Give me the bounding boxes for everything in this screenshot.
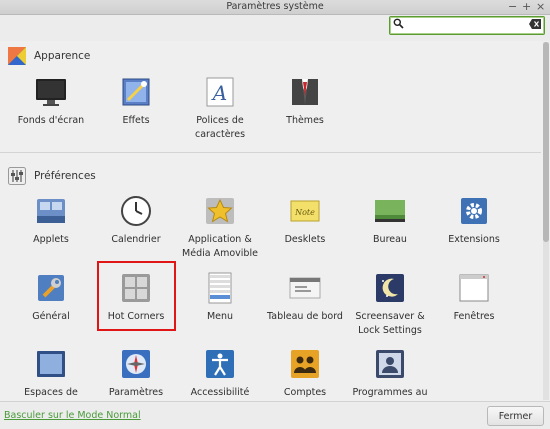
section-divider <box>0 152 541 153</box>
item-label: Général <box>32 311 70 322</box>
svg-text:A: A <box>211 81 227 105</box>
item-label: Bureau <box>373 234 407 245</box>
item-settings[interactable]: Paramètres <box>97 348 175 400</box>
item-label: Effets <box>122 115 150 126</box>
item-themes[interactable]: Thèmes <box>266 76 344 128</box>
appearance-color-icon <box>8 47 26 65</box>
accounts-icon <box>289 348 321 380</box>
search-icon <box>393 18 404 32</box>
extensions-gear-icon <box>458 195 490 227</box>
title-bar: Paramètres système − + × <box>0 0 550 15</box>
item-wallpaper[interactable]: Fonds d'écran <box>12 76 90 128</box>
item-label: Menu <box>206 311 234 322</box>
maximize-button[interactable]: + <box>522 0 531 13</box>
item-desklets[interactable]: Note Desklets <box>266 195 344 247</box>
item-label: Tableau de bord <box>267 311 343 322</box>
system-settings-window: Paramètres système − + × Apparence Fonds… <box>0 0 550 429</box>
item-label: Application & Média Amovible <box>182 234 258 259</box>
search-field[interactable] <box>389 16 545 35</box>
minimize-button[interactable]: − <box>508 0 517 13</box>
svg-text:Note: Note <box>294 208 315 217</box>
item-windows[interactable]: Fenêtres <box>435 272 513 324</box>
media-star-icon <box>204 195 236 227</box>
item-label: Programmes au <box>352 387 428 398</box>
section-appearance-title: Apparence <box>34 50 91 62</box>
window-title: Paramètres système <box>226 1 324 12</box>
vertical-scrollbar[interactable] <box>543 42 549 400</box>
close-window-button[interactable]: × <box>536 0 545 13</box>
item-desktop[interactable]: Bureau <box>351 195 429 247</box>
item-label: Extensions <box>448 234 500 245</box>
clear-icon[interactable] <box>529 19 541 32</box>
search-input[interactable] <box>406 18 524 31</box>
effects-icon <box>120 76 152 108</box>
applets-icon <box>35 195 67 227</box>
item-label: Desklets <box>284 234 326 245</box>
item-fonts[interactable]: A Polices de caractères <box>181 76 259 142</box>
theme-suit-icon <box>289 76 321 108</box>
item-panel[interactable]: Tableau de bord <box>266 272 344 324</box>
window-icon <box>458 272 490 304</box>
startup-programs-icon <box>374 348 406 380</box>
item-label: Espaces de <box>24 387 78 398</box>
switch-mode-link[interactable]: Basculer sur le Mode Normal <box>4 410 141 421</box>
clock-icon <box>120 195 152 227</box>
close-button[interactable]: Fermer <box>487 406 544 426</box>
item-effects[interactable]: Effets <box>97 76 175 128</box>
item-label: Fonds d'écran <box>17 115 85 126</box>
highlight-box <box>97 261 176 331</box>
desktop-icon <box>374 195 406 227</box>
screensaver-moon-icon <box>374 272 406 304</box>
item-label: Accessibilité <box>190 387 250 398</box>
item-label: Applets <box>33 234 69 245</box>
settings-compass-icon <box>120 348 152 380</box>
item-screensaver[interactable]: Screensaver & Lock Settings <box>351 272 429 338</box>
item-label: Fenêtres <box>453 311 495 322</box>
item-general[interactable]: Général <box>12 272 90 324</box>
wrench-icon <box>35 272 67 304</box>
panel-icon <box>289 272 321 304</box>
preferences-icon <box>8 167 26 185</box>
workspaces-icon <box>35 348 67 380</box>
item-workspaces[interactable]: Espaces de <box>12 348 90 400</box>
monitor-icon <box>35 76 67 108</box>
item-menu[interactable]: Menu <box>181 272 259 324</box>
item-label: Screensaver & Lock Settings <box>355 311 425 336</box>
item-label: Calendrier <box>111 234 161 245</box>
item-removable-media[interactable]: Application & Média Amovible <box>181 195 259 261</box>
item-calendar[interactable]: Calendrier <box>97 195 175 247</box>
desklets-note-icon: Note <box>289 195 321 227</box>
item-label: Polices de caractères <box>194 115 246 140</box>
menu-icon <box>204 272 236 304</box>
item-extensions[interactable]: Extensions <box>435 195 513 247</box>
item-label: Thèmes <box>286 115 324 126</box>
item-applets[interactable]: Applets <box>12 195 90 247</box>
item-startup-programs[interactable]: Programmes au <box>351 348 429 400</box>
item-accessibility[interactable]: Accessibilité <box>181 348 259 400</box>
section-preferences-title: Préférences <box>34 170 96 182</box>
scrollbar-thumb[interactable] <box>543 42 549 242</box>
bottom-bar: Basculer sur le Mode Normal Fermer <box>0 401 550 429</box>
item-label: Paramètres <box>108 387 164 398</box>
item-label: Comptes <box>283 387 327 398</box>
accessibility-icon <box>204 348 236 380</box>
item-accounts[interactable]: Comptes <box>266 348 344 400</box>
font-icon: A <box>204 76 236 108</box>
settings-content: Apparence Fonds d'écran Effets A Polices… <box>0 41 541 401</box>
